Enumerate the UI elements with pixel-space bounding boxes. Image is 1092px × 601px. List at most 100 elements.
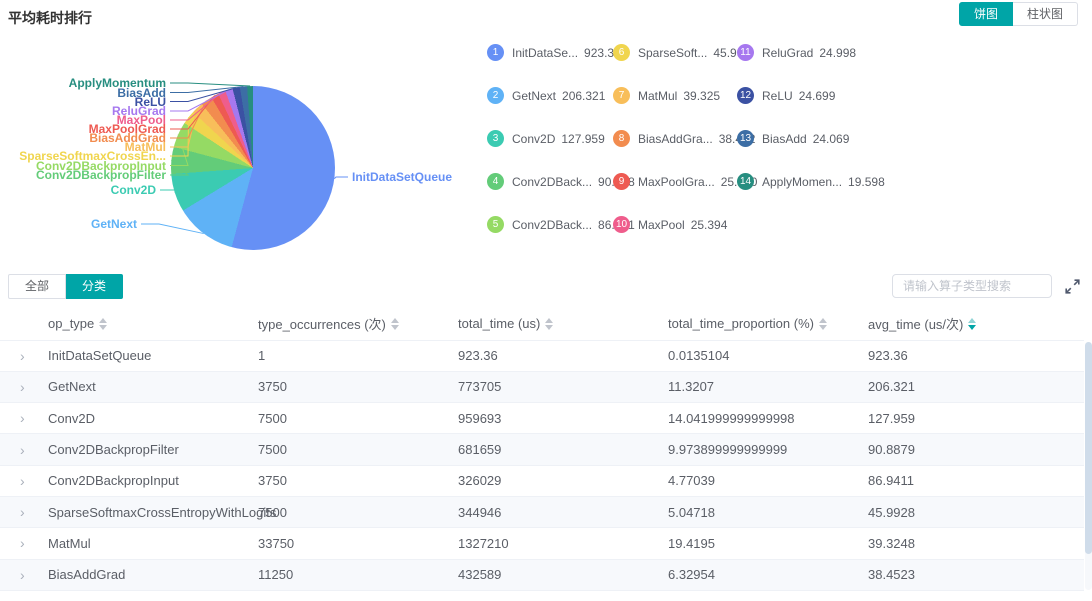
fullscreen-expand-icon[interactable] <box>1065 279 1080 294</box>
table-cell: 5.04718 <box>668 496 868 527</box>
table-row[interactable]: ›Conv2DBackpropFilter75006816599.9738999… <box>0 434 1084 465</box>
table-cell: 33750 <box>258 528 458 559</box>
legend-op-value: 24.069 <box>813 132 850 146</box>
legend-op-value: 24.699 <box>799 89 836 103</box>
legend-rank-badge: 8 <box>613 130 630 147</box>
row-expand-chevron-icon[interactable]: › <box>0 536 48 550</box>
table-cell: 11250 <box>258 559 458 590</box>
table-cell: 45.9928 <box>868 496 1084 527</box>
table-row[interactable]: ›Conv2D750095969314.041999999999998127.9… <box>0 403 1084 434</box>
row-expand-chevron-icon[interactable]: › <box>0 474 48 488</box>
legend-item: 11ReluGrad24.998 <box>737 31 907 74</box>
column-header[interactable]: total_time_proportion (%) <box>668 308 868 340</box>
sort-carets-icon[interactable] <box>391 318 399 330</box>
legend-op-name: MaxPoolGra... <box>638 175 715 189</box>
column-header-label: type_occurrences (次) <box>258 314 386 333</box>
legend-rank-badge: 6 <box>613 44 630 61</box>
pie-slice-label: ApplyMomentum <box>69 76 166 90</box>
column-header[interactable]: type_occurrences (次) <box>258 308 458 340</box>
row-expand-chevron-icon[interactable]: › <box>0 443 48 457</box>
pie-chart-panel: InitDataSetQueueGetNextConv2DConv2DBackp… <box>0 30 470 265</box>
pie-slice-label: InitDataSetQueue <box>352 170 452 184</box>
legend-rank-badge: 5 <box>487 216 504 233</box>
pie-slice-label: GetNext <box>91 217 137 231</box>
legend-item: 12 ReLU 24.699 <box>737 74 907 117</box>
table-scope-tabs: 全部 分类 <box>8 274 123 299</box>
table-cell: 3750 <box>258 465 458 496</box>
pie-view-button[interactable]: 饼图 <box>959 2 1013 26</box>
row-expand-chevron-icon[interactable]: › <box>0 411 48 425</box>
column-header[interactable]: total_time (us) <box>458 308 668 340</box>
table-scrollbar-track[interactable] <box>1085 342 1092 590</box>
table-cell: Conv2DBackpropInput <box>48 465 258 496</box>
table-cell: 1 <box>258 340 458 371</box>
legend-op-name: BiasAdd <box>762 132 807 146</box>
legend-item: 8BiasAddGra...38.452 <box>613 117 737 160</box>
table-cell: 38.4523 <box>868 559 1084 590</box>
table-cell: 19.4195 <box>668 528 868 559</box>
table-cell: 7500 <box>258 434 458 465</box>
legend-op-name: Conv2D <box>512 132 555 146</box>
pie-chart[interactable] <box>171 86 335 250</box>
table-row[interactable]: ›Conv2DBackpropInput37503260294.7703986.… <box>0 465 1084 496</box>
legend-op-name: ReluGrad <box>762 46 813 60</box>
tab-all[interactable]: 全部 <box>8 274 66 299</box>
sort-carets-icon[interactable] <box>99 318 107 330</box>
pie-slice-label: Conv2D <box>111 183 156 197</box>
pie-leader-line <box>170 83 250 86</box>
table-cell: MatMul <box>48 528 258 559</box>
table-cell: 11.3207 <box>668 371 868 402</box>
table-cell: 4.77039 <box>668 465 868 496</box>
table-cell: SparseSoftmaxCrossEntropyWithLogits <box>48 496 258 527</box>
table-cell: InitDataSetQueue <box>48 340 258 371</box>
table-scrollbar-thumb[interactable] <box>1085 342 1092 554</box>
legend-op-name: BiasAddGra... <box>638 132 713 146</box>
legend-item: 5Conv2DBack...86.941 <box>487 203 613 246</box>
table-cell: GetNext <box>48 371 258 402</box>
bar-view-button[interactable]: 柱状图 <box>1013 2 1078 26</box>
legend-item: 13BiasAdd24.069 <box>737 117 907 160</box>
table-cell: 6.32954 <box>668 559 868 590</box>
search-input[interactable] <box>892 274 1052 298</box>
legend-rank-badge: 2 <box>487 87 504 104</box>
legend-item: 9MaxPoolGra...25.740 <box>613 160 737 203</box>
chart-type-toggle: 饼图 柱状图 <box>959 2 1078 26</box>
legend-op-name: Conv2DBack... <box>512 218 592 232</box>
table-cell: 681659 <box>458 434 668 465</box>
table-header-row: op_type type_occurrences (次) total_time (u… <box>0 308 1084 340</box>
sort-carets-icon[interactable] <box>968 318 976 330</box>
column-header-label: op_type <box>48 316 94 331</box>
legend-item: 4Conv2DBack...90.888 <box>487 160 613 203</box>
table-row[interactable]: ›GetNext375077370511.3207206.321 <box>0 371 1084 402</box>
legend-item: 7MatMul39.325 <box>613 74 737 117</box>
legend-item: 10MaxPool25.394 <box>613 203 737 246</box>
row-expand-chevron-icon[interactable]: › <box>0 568 48 582</box>
legend-item: 3Conv2D127.959 <box>487 117 613 160</box>
column-header[interactable]: op_type <box>48 308 258 340</box>
legend-item: 1InitDataSe...923.360 <box>487 31 613 74</box>
table-row[interactable]: ›SparseSoftmaxCrossEntropyWithLogits7500… <box>0 496 1084 527</box>
row-expand-chevron-icon[interactable]: › <box>0 349 48 363</box>
table-cell: BiasAddGrad <box>48 559 258 590</box>
table-row[interactable]: ›BiasAddGrad112504325896.3295438.4523 <box>0 559 1084 590</box>
row-expand-chevron-icon[interactable]: › <box>0 380 48 394</box>
table-cell: 7500 <box>258 403 458 434</box>
legend-rank-badge: 1 <box>487 44 504 61</box>
legend-op-value: 39.325 <box>683 89 720 103</box>
page-title: 平均耗时排行 <box>8 8 92 28</box>
column-header-label: total_time_proportion (%) <box>668 316 814 331</box>
sort-carets-icon[interactable] <box>819 318 827 330</box>
legend-rank-badge: 7 <box>613 87 630 104</box>
tab-category[interactable]: 分类 <box>66 274 123 299</box>
legend-op-name: SparseSoft... <box>638 46 707 60</box>
legend-op-name: ReLU <box>762 89 793 103</box>
row-expand-chevron-icon[interactable]: › <box>0 505 48 519</box>
column-header[interactable]: avg_time (us/次) <box>868 308 1084 340</box>
sort-carets-icon[interactable] <box>545 318 553 330</box>
table-cell: 0.0135104 <box>668 340 868 371</box>
table-cell: 923.36 <box>868 340 1084 371</box>
table-row[interactable]: ›MatMul33750132721019.419539.3248 <box>0 528 1084 559</box>
table-cell: 9.973899999999999 <box>668 434 868 465</box>
legend-rank-badge: 12 <box>737 87 754 104</box>
table-row[interactable]: ›InitDataSetQueue1923.360.0135104923.36 <box>0 340 1084 371</box>
